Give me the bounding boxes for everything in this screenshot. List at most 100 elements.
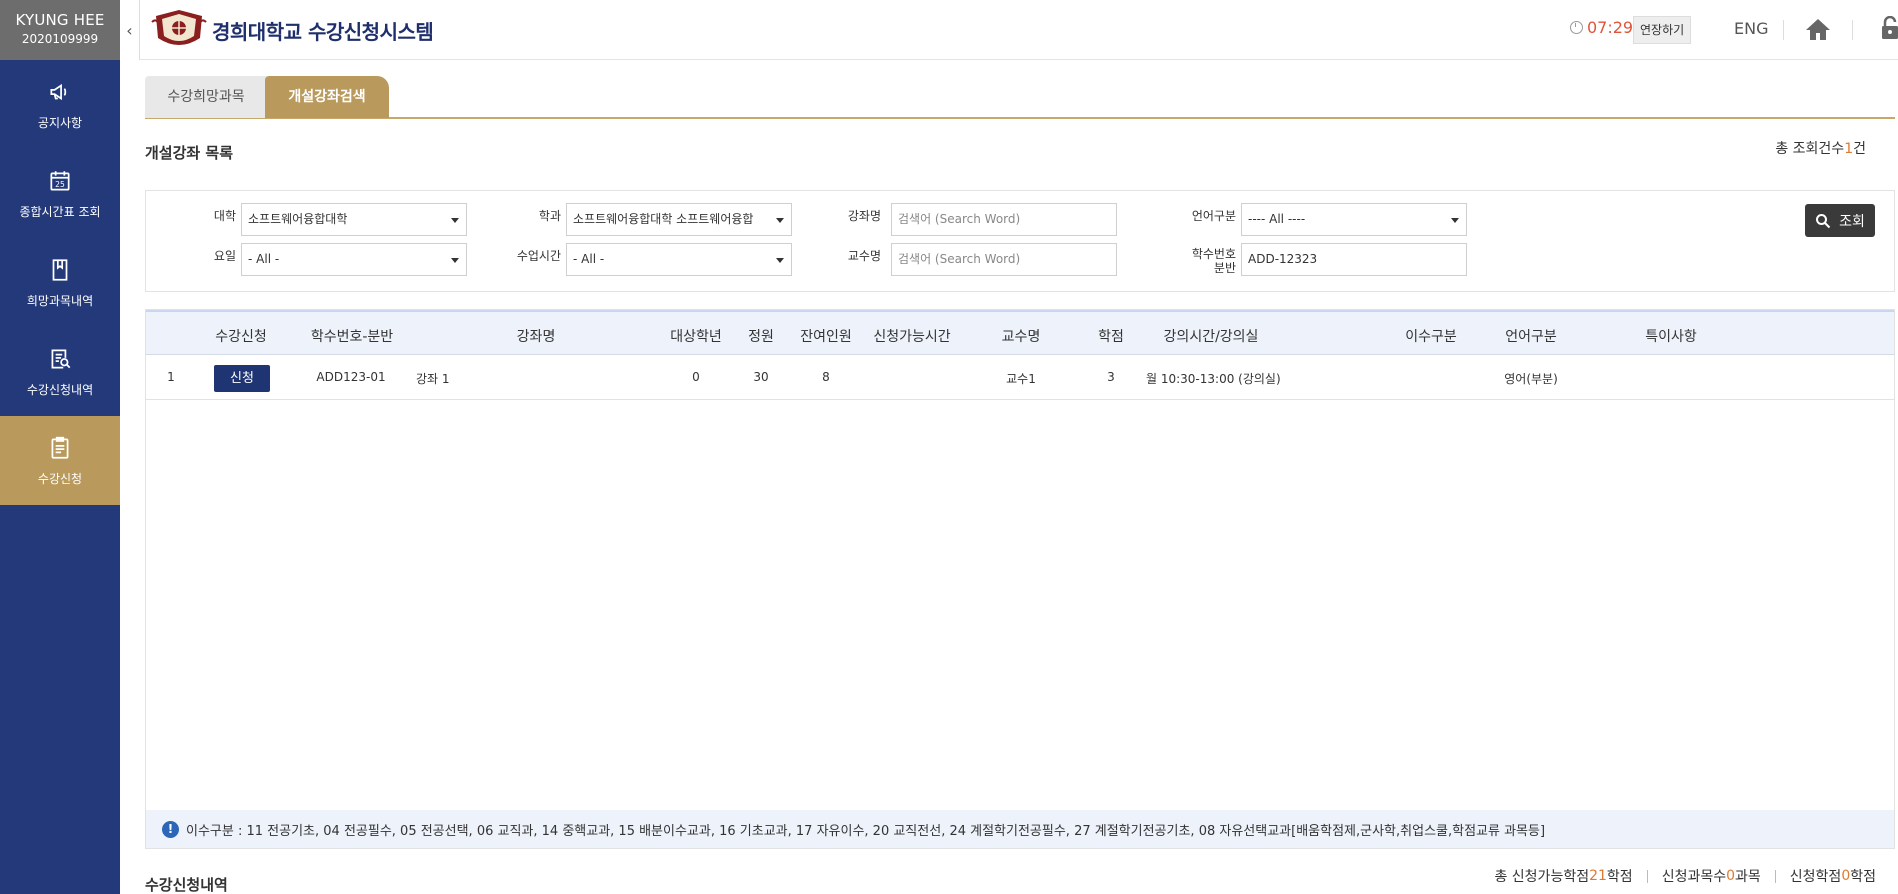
class-time-select-value: - All - <box>573 252 605 266</box>
sidebar-item-wishlist[interactable]: 희망과목내역 <box>0 238 120 327</box>
unlock-icon[interactable] <box>1880 16 1898 40</box>
language-toggle[interactable]: ENG <box>1734 19 1768 38</box>
sidebar-item-history[interactable]: 수강신청내역 <box>0 327 120 416</box>
column-header: 정원 <box>748 329 774 345</box>
extend-session-button[interactable]: 연장하기 <box>1633 16 1692 44</box>
professor: 교수1 <box>1006 372 1036 386</box>
clock-icon <box>1570 21 1583 34</box>
timer-value: 07:29 <box>1587 18 1634 37</box>
apply-button[interactable]: 신청 <box>214 365 270 392</box>
chevron-down-icon <box>451 258 459 263</box>
available-credits-label: 총 신청가능학점 <box>1494 869 1590 885</box>
section-title: 개설강좌 목록 <box>145 144 234 162</box>
available-credits-unit: 학점 <box>1606 869 1633 885</box>
day-select-value: - All - <box>248 252 280 266</box>
chevron-down-icon <box>776 218 784 223</box>
filter-panel: 대학 소프트웨어융합대학 학과 소프트웨어융합대학 소프트웨어융합 강좌명 검색… <box>145 190 1895 292</box>
column-header: 수강신청 <box>215 329 267 345</box>
megaphone-icon <box>50 83 67 100</box>
column-header: 잔여인원 <box>800 329 852 345</box>
day-label: 요일 <box>213 249 236 263</box>
column-header: 학수번호-분반 <box>310 329 394 345</box>
subjects-label: 신청과목수 <box>1661 869 1727 885</box>
language-select[interactable]: ---- All ---- <box>1241 203 1467 236</box>
column-header: 강의시간/강의실 <box>1163 329 1259 345</box>
capacity: 30 <box>753 370 769 384</box>
user-box: KYUNG HEE 2020109999 <box>0 0 120 60</box>
course-code-label-line1: 학수번호 <box>1191 247 1236 261</box>
search-button-label: 조회 <box>1839 213 1865 230</box>
course-name: 강좌 1 <box>416 372 450 386</box>
user-name: KYUNG HEE <box>15 11 105 29</box>
chevron-down-icon <box>451 218 459 223</box>
total-count-label: 총 조회건수 <box>1775 141 1845 157</box>
target-grade: 0 <box>692 370 700 384</box>
column-header: 대상학년 <box>670 329 722 345</box>
available-credits-value: 21 <box>1589 868 1607 884</box>
course-code: ADD123-01 <box>316 370 386 384</box>
class-time-label: 수업시간 <box>516 249 561 263</box>
info-text: 이수구분 : 11 전공기초, 04 전공필수, 05 전공선택, 06 교직과… <box>186 823 1546 839</box>
course-code-input[interactable]: ADD-12323 <box>1241 243 1467 276</box>
credit: 3 <box>1107 370 1115 384</box>
calendar-icon: 25 <box>50 170 70 191</box>
sidebar-item-registration[interactable]: 수강신청 <box>0 416 120 505</box>
header: 경희대학교 수강신청시스템 07:29 연장하기 ENG <box>140 0 1898 60</box>
sidebar-item-label: 수강신청 <box>37 471 83 486</box>
credits-label: 신청학점 <box>1789 869 1842 885</box>
home-icon[interactable] <box>1805 17 1831 41</box>
bookmark-icon <box>52 258 68 281</box>
row-number: 1 <box>167 370 175 384</box>
chevron-left-icon: ‹ <box>126 20 133 40</box>
divider <box>1852 20 1853 40</box>
sidebar-item-label: 희망과목내역 <box>26 293 94 308</box>
college-select-value: 소프트웨어융합대학 <box>248 212 348 226</box>
search-icon <box>1816 213 1831 228</box>
tab-wish-courses[interactable]: 수강희망과목 <box>145 76 267 118</box>
column-header: 특이사항 <box>1645 329 1697 345</box>
course-code-label-line2: 분반 <box>1213 261 1236 275</box>
course-name-input[interactable]: 검색어 (Search Word) <box>891 203 1117 236</box>
column-header: 언어구분 <box>1505 329 1557 345</box>
sidebar-collapse-button[interactable]: ‹ <box>120 0 140 60</box>
document-search-icon <box>51 348 71 369</box>
clipboard-icon <box>51 436 69 459</box>
class-time-select[interactable]: - All - <box>566 243 792 276</box>
sidebar-item-notice[interactable]: 공지사항 <box>0 60 120 149</box>
course-name-label: 강좌명 <box>847 209 881 223</box>
table-row: 1 신청 ADD123-01 강좌 1 0 30 8 교수1 3 월 10:30… <box>146 355 1894 400</box>
sidebar-item-timetable[interactable]: 25 종합시간표 조회 <box>0 149 120 238</box>
divider <box>1774 869 1776 883</box>
column-header: 교수명 <box>1001 329 1041 345</box>
site-title: 경희대학교 수강신청시스템 <box>212 20 434 44</box>
chevron-down-icon <box>776 258 784 263</box>
column-header: 이수구분 <box>1405 329 1457 345</box>
search-button[interactable]: 조회 <box>1805 204 1875 237</box>
app-root: KYUNG HEE 2020109999 공지사항 25 종합시간표 조회 희망… <box>0 0 1898 894</box>
day-select[interactable]: - All - <box>241 243 467 276</box>
tab-bar: 수강희망과목 개설강좌검색 <box>145 76 1895 119</box>
sidebar-item-label: 종합시간표 조회 <box>19 204 101 219</box>
total-count: 총 조회건수1건 <box>1775 138 1866 158</box>
college-select[interactable]: 소프트웨어융합대학 <box>241 203 467 236</box>
total-count-value: 1 <box>1844 141 1854 157</box>
svg-text:25: 25 <box>55 179 65 188</box>
divider <box>1783 20 1784 40</box>
tab-course-search[interactable]: 개설강좌검색 <box>265 76 389 118</box>
professor-label: 교수명 <box>847 249 881 263</box>
course-code-label: 학수번호 분반 <box>1176 247 1236 275</box>
sidebar-item-label: 공지사항 <box>37 115 83 130</box>
language-select-value: ---- All ---- <box>1248 212 1306 226</box>
credits-value: 0 <box>1841 868 1851 884</box>
course-table: 수강신청 학수번호-분반 강좌명 대상학년 정원 잔여인원 신청가능시간 교수명… <box>145 309 1895 849</box>
schedule: 월 10:30-13:00 (강의실) <box>1146 372 1281 386</box>
divider <box>1646 869 1648 883</box>
registration-summary: 총 신청가능학점 21 학점 신청과목수 0 과목 신청학점 0 학점 <box>1494 866 1876 886</box>
column-header: 학점 <box>1098 329 1124 345</box>
user-id: 2020109999 <box>21 32 99 46</box>
professor-input[interactable]: 검색어 (Search Word) <box>891 243 1117 276</box>
dept-select[interactable]: 소프트웨어융합대학 소프트웨어융합 <box>566 203 792 236</box>
college-label: 대학 <box>213 209 236 223</box>
sidebar-item-label: 수강신청내역 <box>26 382 94 397</box>
dept-label: 학과 <box>538 209 561 223</box>
